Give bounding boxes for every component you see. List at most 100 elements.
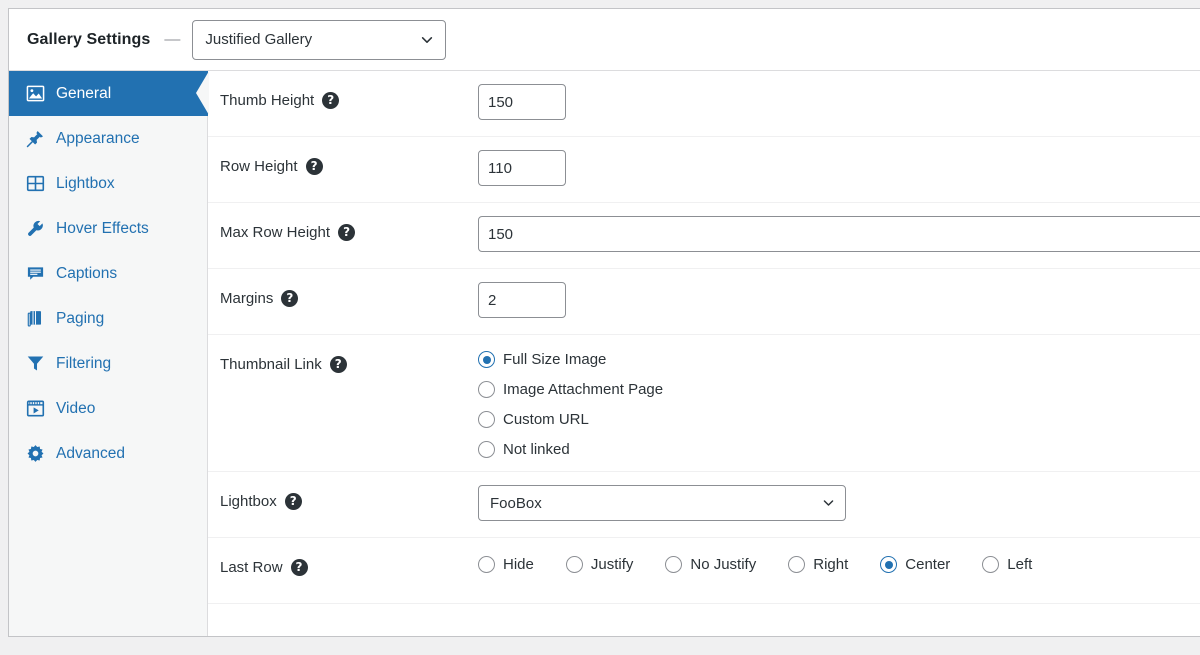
- radio-justify[interactable]: Justify: [565, 556, 634, 573]
- field-label-last-row: Last Row ?: [220, 538, 478, 576]
- settings-content: Thumb Height ? Row Height ?: [208, 71, 1200, 636]
- funnel-icon: [25, 354, 45, 374]
- radio-right[interactable]: Right: [788, 556, 848, 573]
- field-label-thumbnail-link: Thumbnail Link ?: [220, 335, 478, 373]
- grid-icon: [25, 174, 45, 194]
- sidebar-item-label: Filtering: [56, 354, 112, 372]
- lightbox-select-value: FooBox: [490, 494, 542, 512]
- field-control-last-row: Hide Justify No Justify Right Center Lef…: [478, 538, 1200, 586]
- radio-not-linked[interactable]: Not linked: [478, 441, 1200, 458]
- help-icon[interactable]: ?: [284, 493, 302, 510]
- field-label-text: Margins: [220, 290, 274, 307]
- help-icon[interactable]: ?: [305, 158, 323, 175]
- help-icon[interactable]: ?: [329, 356, 347, 373]
- radio-left[interactable]: Left: [982, 556, 1032, 573]
- help-icon[interactable]: ?: [290, 559, 308, 576]
- sidebar-item-hover-effects[interactable]: Hover Effects: [9, 206, 207, 251]
- field-label-lightbox: Lightbox ?: [220, 472, 478, 510]
- panel-header: Gallery Settings — Justified Gallery: [9, 9, 1200, 71]
- thumb-height-input[interactable]: [478, 84, 566, 120]
- radio-indicator: [478, 556, 495, 573]
- book-icon: [25, 309, 45, 329]
- field-control-thumb-height: [478, 71, 1200, 133]
- sidebar-item-appearance[interactable]: Appearance: [9, 116, 207, 161]
- radio-no-justify[interactable]: No Justify: [665, 556, 756, 573]
- radio-label: No Justify: [690, 556, 757, 573]
- sidebar-item-label: General: [56, 84, 112, 102]
- radio-full-size-image[interactable]: Full Size Image: [478, 351, 1200, 368]
- sidebar-item-label: Hover Effects: [56, 219, 149, 237]
- lightbox-select[interactable]: FooBox: [478, 485, 846, 521]
- radio-image-attachment-page[interactable]: Image Attachment Page: [478, 381, 1200, 398]
- help-icon[interactable]: ?: [338, 224, 356, 241]
- radio-label: Right: [813, 556, 849, 573]
- radio-hide[interactable]: Hide: [478, 556, 534, 573]
- radio-indicator: [565, 556, 583, 573]
- max-row-height-input[interactable]: [478, 216, 1200, 252]
- radio-center[interactable]: Center: [880, 556, 950, 573]
- field-label-margins: Margins ?: [220, 269, 478, 307]
- field-row-last-row: Last Row ? Hide Justify No Justify Right…: [208, 538, 1200, 604]
- radio-indicator: [788, 556, 806, 573]
- sidebar-item-label: Lightbox: [56, 174, 115, 192]
- help-icon[interactable]: ?: [281, 290, 299, 307]
- image-icon: [25, 84, 45, 104]
- field-control-max-row-height: [478, 203, 1200, 265]
- field-label-max-row-height: Max Row Height ?: [220, 203, 478, 241]
- radio-indicator: [880, 556, 898, 573]
- radio-custom-url[interactable]: Custom URL: [478, 411, 1200, 428]
- sidebar-item-lightbox[interactable]: Lightbox: [9, 161, 207, 206]
- field-row-lightbox: Lightbox ? FooBox: [208, 472, 1200, 538]
- field-label-row-height: Row Height ?: [220, 137, 478, 175]
- panel-body: General Appearance Lightbox Hover Effect…: [9, 71, 1200, 636]
- chevron-down-icon: [420, 33, 434, 47]
- field-label-text: Thumbnail Link: [220, 356, 322, 373]
- radio-label: Center: [905, 556, 951, 573]
- sidebar-item-label: Captions: [56, 264, 118, 282]
- comment-icon: [25, 264, 45, 284]
- pin-icon: [25, 129, 45, 149]
- field-label-thumb-height: Thumb Height ?: [220, 71, 478, 109]
- gallery-template-value: Justified Gallery: [205, 31, 313, 48]
- field-label-text: Thumb Height: [220, 92, 315, 109]
- sidebar-item-captions[interactable]: Captions: [9, 251, 207, 296]
- radio-label: Hide: [503, 556, 534, 573]
- sidebar-item-paging[interactable]: Paging: [9, 296, 207, 341]
- header-separator: —: [164, 30, 181, 48]
- field-row-row-height: Row Height ?: [208, 137, 1200, 203]
- thumbnail-link-radio-group: Full Size Image Image Attachment Page Cu…: [478, 348, 1200, 458]
- radio-label: Custom URL: [503, 411, 589, 428]
- sidebar-item-advanced[interactable]: Advanced: [9, 431, 207, 476]
- chevron-down-icon: [822, 497, 835, 510]
- field-label-text: Row Height: [220, 158, 298, 175]
- sidebar-item-general[interactable]: General: [9, 71, 209, 116]
- page-title: Gallery Settings: [27, 30, 151, 48]
- field-row-thumb-height: Thumb Height ?: [208, 71, 1200, 137]
- sidebar-item-video[interactable]: Video: [9, 386, 207, 431]
- field-row-max-row-height: Max Row Height ?: [208, 203, 1200, 269]
- radio-label: Not linked: [503, 441, 570, 458]
- radio-label: Full Size Image: [503, 351, 607, 368]
- radio-indicator: [982, 556, 1000, 573]
- sidebar-item-label: Video: [56, 399, 96, 417]
- sidebar-item-label: Advanced: [56, 444, 125, 462]
- gallery-template-select[interactable]: Justified Gallery: [192, 19, 447, 60]
- gallery-settings-panel: Gallery Settings — Justified Gallery Gen…: [8, 8, 1200, 637]
- radio-label: Justify: [590, 556, 634, 573]
- radio-indicator: [478, 411, 495, 428]
- radio-indicator: [478, 351, 495, 368]
- field-label-text: Lightbox: [220, 493, 277, 510]
- field-label-text: Max Row Height: [220, 224, 331, 241]
- field-label-text: Last Row: [220, 559, 283, 576]
- radio-indicator: [478, 381, 495, 398]
- radio-label: Left: [1007, 556, 1033, 573]
- field-control-row-height: [478, 137, 1200, 199]
- help-icon[interactable]: ?: [322, 92, 340, 109]
- field-control-margins: [478, 269, 1200, 331]
- sidebar-item-filtering[interactable]: Filtering: [9, 341, 207, 386]
- margins-input[interactable]: [478, 282, 566, 318]
- row-height-input[interactable]: [478, 150, 566, 186]
- radio-indicator: [478, 441, 495, 458]
- video-icon: [25, 399, 45, 419]
- field-row-thumbnail-link: Thumbnail Link ? Full Size Image Image A…: [208, 335, 1200, 472]
